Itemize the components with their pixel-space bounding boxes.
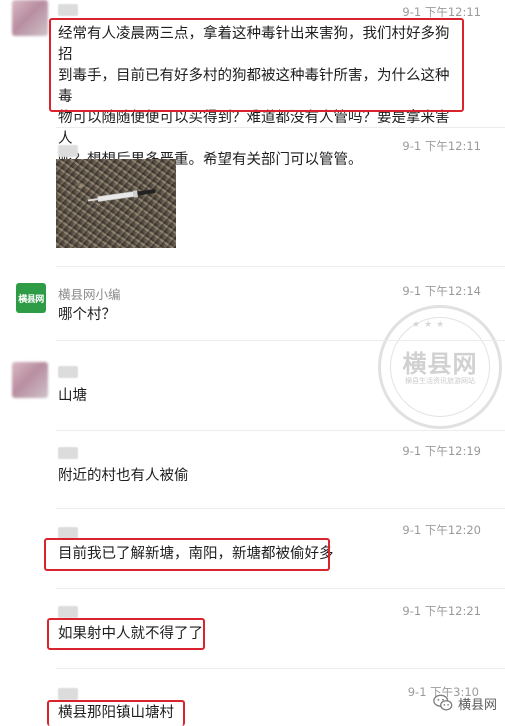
message-time: 9-1 下午12:20 xyxy=(402,523,481,537)
watermark-title: 横县网 xyxy=(402,350,478,378)
message-time: 9-1 下午12:19 xyxy=(402,444,481,458)
blurred-username xyxy=(58,366,78,378)
blurred-username xyxy=(58,606,78,618)
brand-watermark: 横县网 xyxy=(432,692,497,714)
divider xyxy=(56,508,505,509)
watermark-subtitle: 横县生活资讯旅游网站 xyxy=(405,377,475,385)
message-text: 附近的村也有人被偷 xyxy=(58,468,189,484)
avatar[interactable] xyxy=(12,0,48,36)
divider xyxy=(56,668,505,669)
message-time: 9-1 下午12:14 xyxy=(402,284,481,298)
blurred-username xyxy=(58,4,78,16)
avatar[interactable] xyxy=(12,362,48,398)
message-text: 山塘 xyxy=(58,388,87,404)
message-time: 9-1 下午12:11 xyxy=(402,139,481,153)
divider xyxy=(56,430,505,431)
syringe-photo[interactable] xyxy=(56,159,176,248)
message-time: 9-1 下午12:21 xyxy=(402,604,481,618)
blurred-username xyxy=(58,447,78,459)
highlight-box xyxy=(47,700,185,726)
wechat-icon xyxy=(433,694,453,711)
divider xyxy=(56,588,505,589)
divider xyxy=(56,340,505,341)
highlight-box xyxy=(47,618,205,650)
divider xyxy=(56,127,505,128)
brand-label: 横县网 xyxy=(457,697,497,713)
watermark-stars: ★★★ xyxy=(412,320,449,330)
divider xyxy=(56,266,505,267)
editor-name: 横县网小编 xyxy=(58,287,121,302)
message-text: 哪个村？ xyxy=(58,307,116,323)
highlight-box xyxy=(44,538,330,571)
blurred-username xyxy=(58,145,78,157)
editor-logo-avatar[interactable]: 横县网 xyxy=(16,283,46,313)
blurred-username xyxy=(58,688,78,700)
highlight-box xyxy=(49,18,464,112)
